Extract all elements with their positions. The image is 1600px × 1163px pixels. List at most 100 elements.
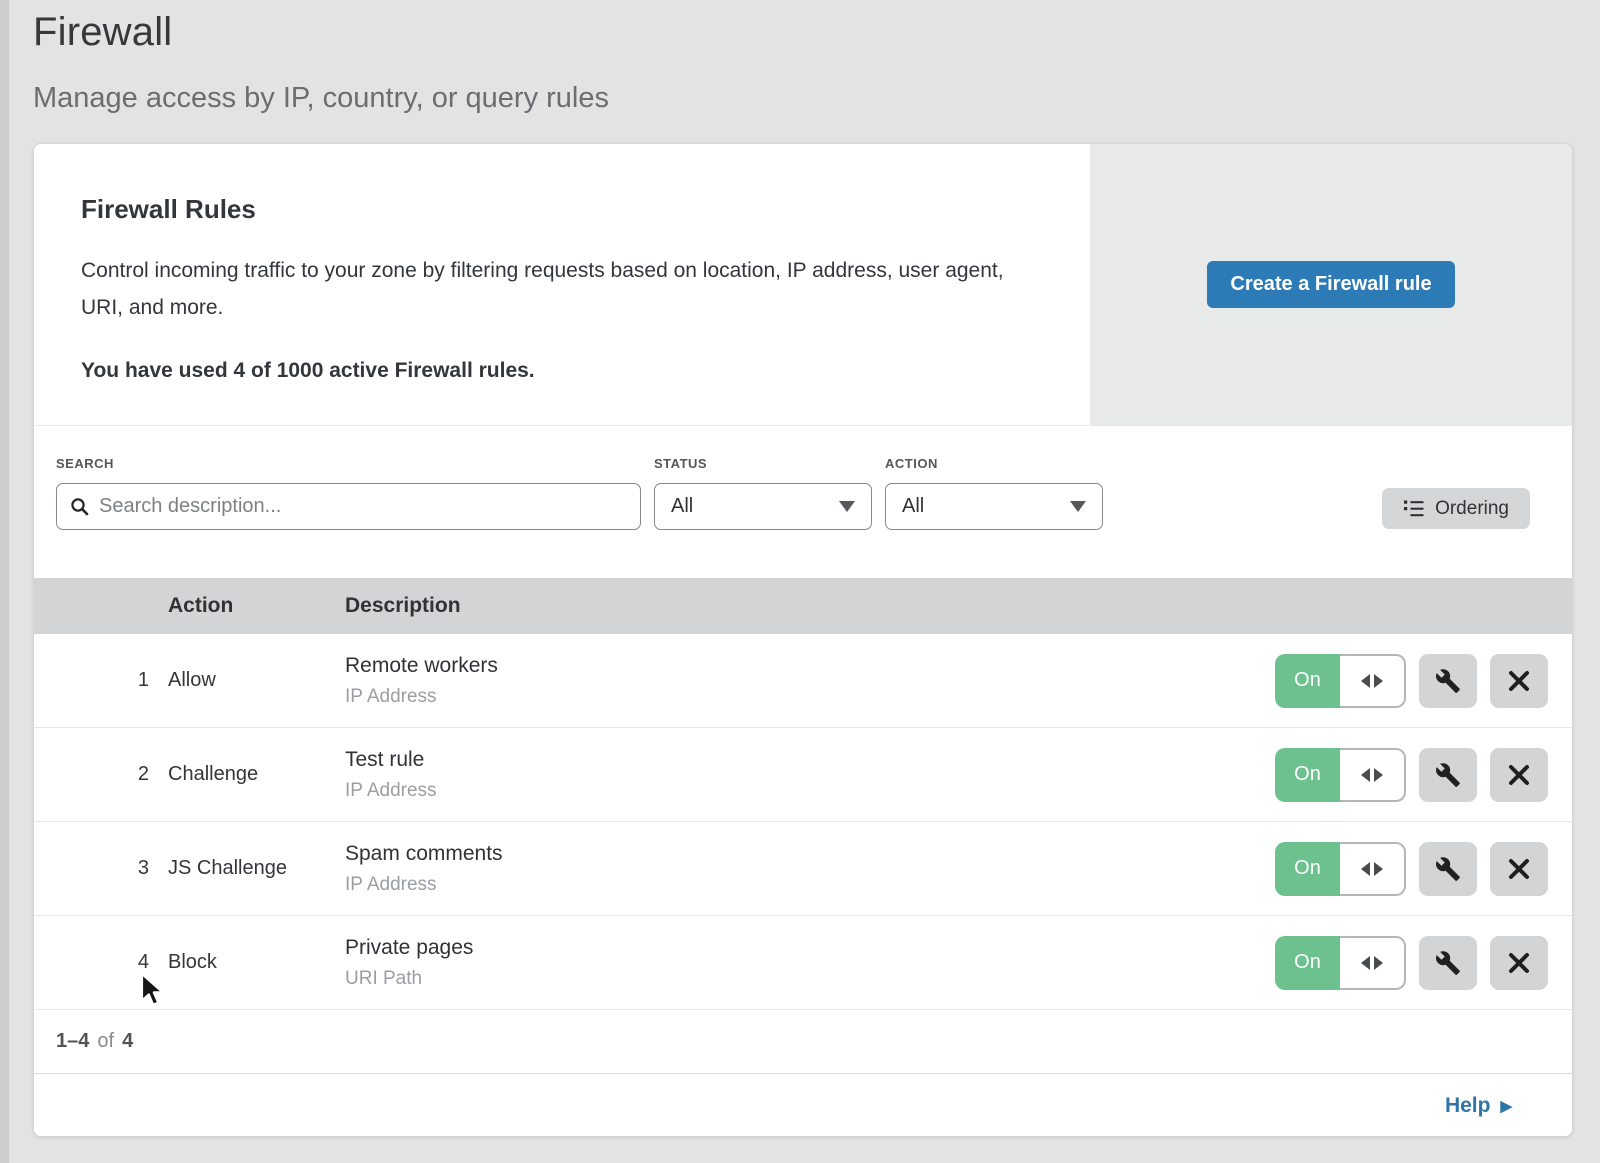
rule-number: 2 — [34, 763, 168, 786]
close-icon — [1507, 951, 1531, 975]
rule-description-cell: Test rule IP Address — [345, 748, 1275, 802]
column-header-description: Description — [345, 594, 1572, 618]
search-label: SEARCH — [56, 456, 641, 471]
toggle-on-segment: On — [1275, 748, 1340, 802]
delete-rule-button[interactable] — [1490, 842, 1548, 896]
wrench-icon — [1435, 762, 1461, 788]
close-icon — [1507, 669, 1531, 693]
left-right-arrows-icon — [1374, 674, 1383, 688]
rule-toggle[interactable]: On — [1275, 842, 1406, 896]
rule-match-type: IP Address — [345, 686, 1275, 708]
delete-rule-button[interactable] — [1490, 936, 1548, 990]
left-right-arrows-icon — [1361, 674, 1370, 688]
rule-toggle[interactable]: On — [1275, 936, 1406, 990]
main-card: Firewall Rules Control incoming traffic … — [33, 143, 1573, 1137]
action-select[interactable]: All — [885, 483, 1103, 530]
rule-controls: On — [1275, 748, 1548, 802]
action-filter-group: ACTION All — [885, 456, 1103, 530]
rule-match-type: IP Address — [345, 874, 1275, 896]
rule-description: Private pages — [345, 936, 1275, 960]
status-filter-group: STATUS All — [654, 456, 872, 530]
table-row: 4 Block Private pages URI Path On — [34, 916, 1572, 1010]
page-left-edge — [0, 0, 9, 1163]
column-header-action: Action — [168, 594, 345, 618]
firewall-rules-usage: You have used 4 of 1000 active Firewall … — [81, 359, 1030, 383]
rule-description: Test rule — [345, 748, 1275, 772]
edit-rule-button[interactable] — [1419, 748, 1477, 802]
chevron-down-icon — [1070, 501, 1086, 512]
rule-description-cell: Remote workers IP Address — [345, 654, 1275, 708]
rule-controls: On — [1275, 842, 1548, 896]
status-selected-value: All — [671, 495, 693, 518]
table-row: 2 Challenge Test rule IP Address On — [34, 728, 1572, 822]
left-right-arrows-icon — [1374, 956, 1383, 970]
filter-bar: SEARCH STATUS All ACTION All — [34, 426, 1572, 578]
help-link[interactable]: Help ▶ — [1445, 1094, 1512, 1118]
rule-controls: On — [1275, 654, 1548, 708]
rule-controls: On — [1275, 936, 1548, 990]
edit-rule-button[interactable] — [1419, 936, 1477, 990]
page-subtitle: Manage access by IP, country, or query r… — [33, 82, 1600, 115]
wrench-icon — [1435, 668, 1461, 694]
close-icon — [1507, 763, 1531, 787]
help-link-label: Help — [1445, 1094, 1491, 1118]
rule-description: Spam comments — [345, 842, 1275, 866]
action-selected-value: All — [902, 495, 924, 518]
rule-number: 4 — [34, 951, 168, 974]
create-rule-panel: Create a Firewall rule — [1090, 144, 1572, 425]
rule-description: Remote workers — [345, 654, 1275, 678]
firewall-rules-description: Control incoming traffic to your zone by… — [81, 252, 1030, 326]
pagination-of-label: of — [97, 1030, 114, 1053]
close-icon — [1507, 857, 1531, 881]
left-right-arrows-icon — [1374, 862, 1383, 876]
rule-toggle[interactable]: On — [1275, 748, 1406, 802]
rule-match-type: URI Path — [345, 968, 1275, 990]
wrench-icon — [1435, 950, 1461, 976]
overview-text-panel: Firewall Rules Control incoming traffic … — [34, 144, 1090, 425]
left-right-arrows-icon — [1361, 862, 1370, 876]
ordering-button-label: Ordering — [1435, 498, 1509, 520]
rule-action: Allow — [168, 669, 345, 692]
toggle-on-segment: On — [1275, 842, 1340, 896]
rule-number: 1 — [34, 669, 168, 692]
action-label: ACTION — [885, 456, 1103, 471]
delete-rule-button[interactable] — [1490, 654, 1548, 708]
edit-rule-button[interactable] — [1419, 654, 1477, 708]
page-header: Firewall Manage access by IP, country, o… — [0, 0, 1600, 115]
pagination-range: 1–4 — [56, 1030, 89, 1053]
page-title: Firewall — [33, 10, 1600, 55]
edit-rule-button[interactable] — [1419, 842, 1477, 896]
rule-toggle[interactable]: On — [1275, 654, 1406, 708]
search-icon — [70, 497, 89, 516]
help-arrow-icon: ▶ — [1500, 1099, 1512, 1114]
ordering-button[interactable]: Ordering — [1382, 488, 1530, 529]
table-header: Action Description — [34, 578, 1572, 634]
rule-number: 3 — [34, 857, 168, 880]
status-label: STATUS — [654, 456, 872, 471]
pagination-total: 4 — [122, 1030, 133, 1053]
left-right-arrows-icon — [1374, 768, 1383, 782]
search-input[interactable] — [99, 495, 627, 518]
create-firewall-rule-button[interactable]: Create a Firewall rule — [1207, 261, 1454, 308]
rule-description-cell: Private pages URI Path — [345, 936, 1275, 990]
toggle-handle-segment — [1340, 936, 1406, 990]
status-select[interactable]: All — [654, 483, 872, 530]
table-row: 1 Allow Remote workers IP Address On — [34, 634, 1572, 728]
toggle-handle-segment — [1340, 654, 1406, 708]
toggle-on-segment: On — [1275, 936, 1340, 990]
firewall-rules-heading: Firewall Rules — [81, 194, 1030, 225]
pagination-bar: 1–4 of 4 — [34, 1010, 1572, 1074]
rule-action: JS Challenge — [168, 857, 345, 880]
rule-action: Block — [168, 951, 345, 974]
toggle-handle-segment — [1340, 842, 1406, 896]
search-box — [56, 483, 641, 530]
table-row: 3 JS Challenge Spam comments IP Address … — [34, 822, 1572, 916]
chevron-down-icon — [839, 501, 855, 512]
wrench-icon — [1435, 856, 1461, 882]
help-footer: Help ▶ — [34, 1074, 1572, 1137]
search-filter-group: SEARCH — [56, 456, 641, 530]
toggle-handle-segment — [1340, 748, 1406, 802]
rule-match-type: IP Address — [345, 780, 1275, 802]
toggle-on-segment: On — [1275, 654, 1340, 708]
delete-rule-button[interactable] — [1490, 748, 1548, 802]
